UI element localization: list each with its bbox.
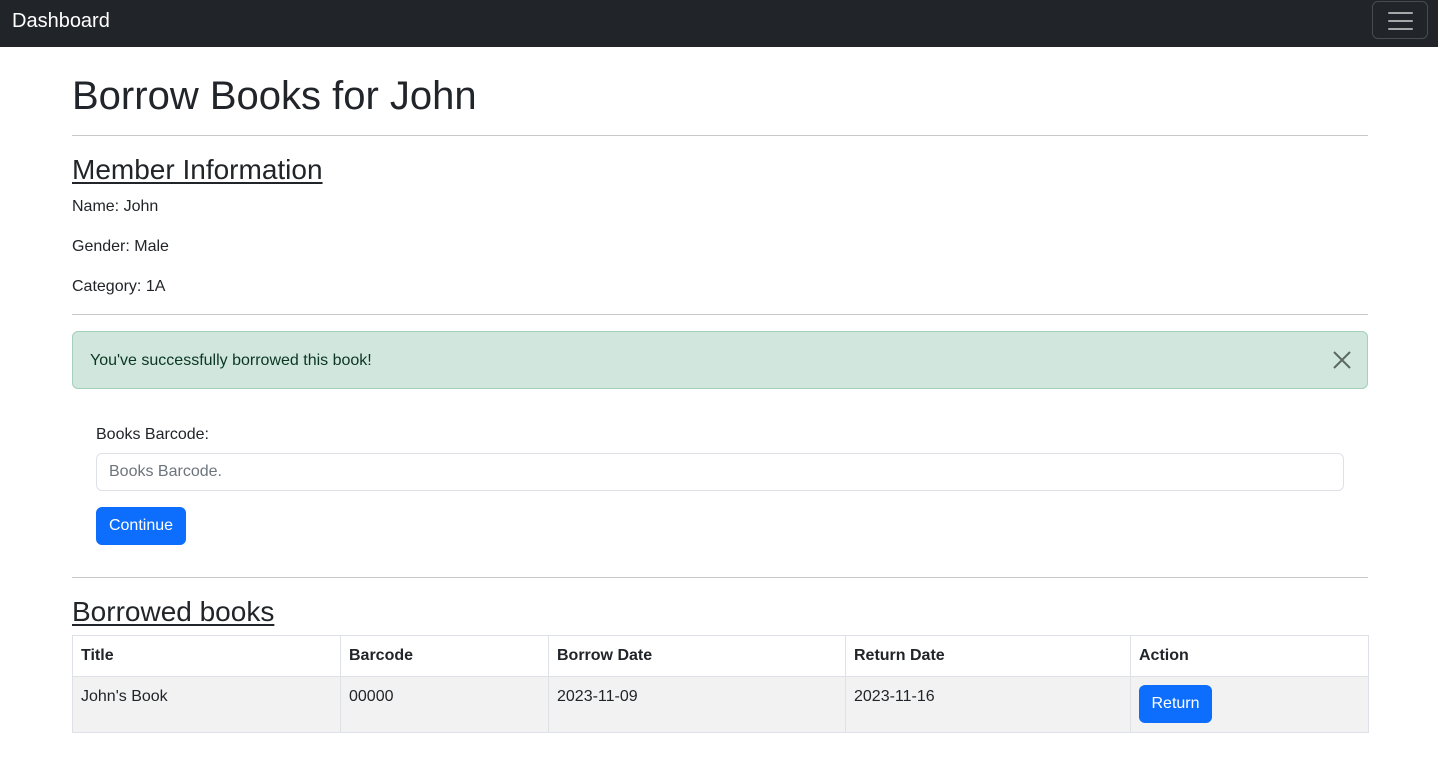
cell-barcode: 00000: [340, 676, 549, 733]
borrowed-books-heading: Borrowed books: [72, 596, 275, 627]
hamburger-menu-icon: [1388, 20, 1413, 22]
top-navbar: Dashboard: [0, 0, 1438, 47]
column-header-title: Title: [72, 635, 341, 677]
column-header-borrow-date: Borrow Date: [548, 635, 846, 677]
cell-borrow-date: 2023-11-09: [548, 676, 846, 733]
continue-button[interactable]: Continue: [96, 507, 186, 545]
barcode-input[interactable]: [96, 453, 1344, 491]
alert-message: You've successfully borrowed this book!: [90, 352, 372, 369]
divider: [72, 577, 1368, 578]
table-row: John's Book 00000 2023-11-09 2023-11-16 …: [72, 676, 1369, 733]
member-gender: Gender: Male: [72, 238, 169, 255]
member-name: Name: John: [72, 198, 159, 215]
success-alert: You've successfully borrowed this book!: [72, 331, 1368, 389]
navbar-brand[interactable]: Dashboard: [12, 9, 110, 33]
cell-return-date: 2023-11-16: [845, 676, 1131, 733]
member-info-heading: Member Information: [72, 154, 323, 185]
borrowed-books-table: Title Barcode Borrow Date Return Date Ac…: [72, 635, 1369, 733]
cell-title: John's Book: [72, 676, 341, 733]
divider: [72, 314, 1368, 315]
barcode-label: Books Barcode:: [96, 426, 209, 443]
navbar-toggler-button[interactable]: [1372, 1, 1428, 39]
page-title: Borrow Books for John: [72, 74, 477, 118]
close-icon[interactable]: [1329, 347, 1355, 373]
cell-action: Return: [1130, 676, 1369, 733]
column-header-return-date: Return Date: [845, 635, 1131, 677]
hamburger-menu-icon: [1388, 28, 1413, 30]
column-header-action: Action: [1130, 635, 1369, 677]
return-button[interactable]: Return: [1139, 685, 1212, 723]
divider: [72, 135, 1368, 136]
member-category: Category: 1A: [72, 278, 166, 295]
hamburger-menu-icon: [1388, 12, 1413, 14]
table-header-row: Title Barcode Borrow Date Return Date Ac…: [72, 635, 1369, 677]
column-header-barcode: Barcode: [340, 635, 549, 677]
